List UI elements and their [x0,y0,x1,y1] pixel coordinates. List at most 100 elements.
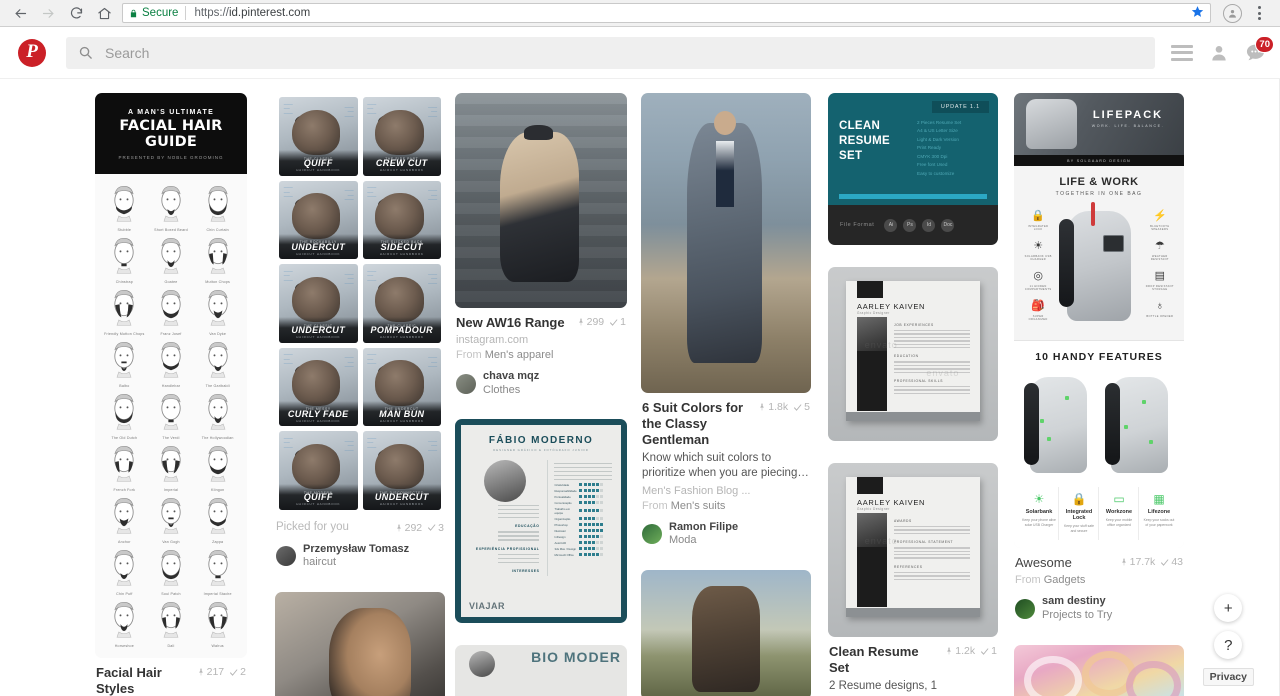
resume-skill-row: Criatividade [554,483,612,487]
style-label: Stubble [117,228,132,232]
pin-card-donuts[interactable] [1014,644,1184,696]
section-education: EDUCATION [894,354,919,359]
pin-meta: Clean Resume Set 1.2k 1 2 Resume designs… [828,637,998,694]
pin-image[interactable]: AARLEY KAIVEN Graphic Designer JOB EXPER… [828,267,998,441]
skill-label: Photoshop [554,522,568,527]
hero-backpack [1025,99,1077,149]
pin-stats: 217 2 [197,665,246,678]
messages-button[interactable]: 70 [1245,36,1274,63]
pin-card-resume-preview-1[interactable]: AARLEY KAIVEN Graphic Designer JOB EXPER… [828,267,998,441]
add-pin-button[interactable]: + [1214,594,1243,622]
pin-image[interactable]: ——— —— ——— ——— —— ——— THE CLASSIC QUIFF HAIR… [275,93,445,514]
resume-role: Graphic Designer [857,311,890,315]
pin-card-resume-partial[interactable]: BIO MODER [455,645,627,696]
grid-column-1: A MAN'S ULTIMATE FACIAL HAIR GUIDE PRESE… [95,93,247,696]
lifepack-hero: LIFEPACK WORK. LIFE. BALANCE. [1014,93,1184,155]
style-label: Anchor [118,540,131,544]
style-label: Van Gogh [162,540,180,544]
save-count: 299 [577,316,604,328]
skill-label: Trabalho em equipa [554,506,571,515]
kebab-menu-icon[interactable] [1250,2,1268,24]
hairstyle-card: ——— —— ——— ——— —— ——— THE CLASSIC QUIFF HAIR… [279,97,358,176]
facial-hair-style-item: The Verdi [148,390,195,440]
privacy-label[interactable]: Privacy [1202,668,1254,686]
pin-from[interactable]: From Men's suits [642,500,810,512]
lifepack-feature-umbrella-icon: ☂ WEATHER RESISTANT [1145,240,1175,261]
pin-from[interactable]: From Men's apparel [456,349,626,361]
hairstyle-subtitle: HAIRCUT HANDBOOK [379,251,424,256]
pin-image[interactable] [455,93,627,308]
pin-card-resume-preview-2[interactable]: AARLEY KAIVEN Graphic Designer AWARDS PR… [828,463,998,694]
pin-card-clean-resume-set[interactable]: UPDATE 1.1 CLEAN RESUME SET 2 Pieces Res… [828,93,998,245]
resume-sheet: AARLEY KAIVEN Graphic Designer AWARDS PR… [846,477,980,617]
resume-skill-row: AutoCAD [554,541,612,545]
facial-hair-style-item: Klingon [194,442,241,492]
facial-hair-style-item: Horseshoe [101,598,148,648]
photo-subject [329,608,411,696]
home-button[interactable] [90,1,118,25]
person-icon[interactable] [1209,43,1229,63]
resume-skill-row: Responsabilidade [554,489,612,493]
pin-source[interactable]: instagram.com [456,334,626,346]
pin-image[interactable]: BIO MODER [455,645,627,696]
pin-card-suit-colors[interactable]: 6 Suit Colors for the Classy Gentleman 1… [641,93,811,548]
pin-from[interactable]: From Gadgets [1015,574,1183,586]
pin-card-new-aw16-range[interactable]: New AW16 Range 299 1 instagram.com From … [455,93,627,397]
star-icon[interactable] [1183,5,1204,21]
back-button[interactable] [6,1,34,25]
style-label: Franz Josef [160,332,182,336]
pin-image[interactable]: UPDATE 1.1 CLEAN RESUME SET 2 Pieces Res… [828,93,998,245]
profile-icon[interactable] [1223,3,1242,23]
facial-hair-style-item: Dali [148,598,195,648]
pin-card-facial-hair-guide[interactable]: A MAN'S ULTIMATE FACIAL HAIR GUIDE PRESE… [95,93,247,696]
resume-section-experience: EXPERIÊNCIA PROFISSIONAL [475,546,540,551]
pin-card-fabio-resume[interactable]: FÁBIO MODERNO DESIGNER GRÁFICO E FOTÓGRA… [455,419,627,624]
accent-bar [839,194,987,199]
hairstyle-name: QUIFF [303,492,333,503]
address-bar[interactable]: Secure https://id.pinterest.com [122,3,1211,23]
pin-card-lifepack[interactable]: LIFEPACK WORK. LIFE. BALANCE. BY SOLGAAR… [1014,93,1184,623]
facial-hair-style-item: Mutton Chops [194,234,241,284]
watermark: envato [926,367,960,378]
reload-button[interactable] [62,1,90,25]
pin-user[interactable]: sam destiny Projects to Try [1015,595,1183,623]
pin-user[interactable]: Przemysław Tomasz haircut [276,543,444,571]
guide-subtitle: PRESENTED BY NOBLE GROOMING [118,155,224,160]
bag-icon: 🎒 [1031,299,1045,312]
style-label: The Verdi [162,436,180,440]
section-references: REFERENCES [894,564,923,569]
pin-source[interactable]: Men's Fashion Blog ... [642,485,810,497]
search-bar[interactable] [66,36,1155,69]
pin-meta: Awesome 17.7k 43 From Gadgets sam destin… [1014,548,1184,622]
resume-skill-row: 3ds Max / Design [554,547,612,551]
pin-image[interactable]: A MAN'S ULTIMATE FACIAL HAIR GUIDE PRESE… [95,93,247,658]
hairstyle-name: SIDECUT [380,241,423,252]
pin-image[interactable] [275,592,445,696]
pin-card-beard-photo[interactable] [275,592,445,696]
pin-image[interactable] [641,570,811,696]
pin-card-field-photo[interactable] [641,570,811,696]
pin-image[interactable] [641,93,811,393]
hairstyle-card: ——— —— ——— ——— —— ——— THE ROCKABILLY UNDERCU… [279,180,358,259]
pin-user[interactable]: Ramon Filipe Moda [642,521,810,549]
help-button[interactable]: ? [1214,631,1243,659]
pin-card-hairstyle-grid[interactable]: ——— —— ——— ——— —— ——— THE CLASSIC QUIFF HAIR… [275,93,445,570]
skill-level [579,529,604,533]
pin-image[interactable] [1014,644,1184,696]
lock-icon [129,8,138,19]
pin-user[interactable]: chava mqz Clothes [456,370,626,398]
search-input[interactable] [105,44,1143,61]
pin-image[interactable]: LIFEPACK WORK. LIFE. BALANCE. BY SOLGAAR… [1014,93,1184,549]
style-label: The Hollywoodian [201,436,234,440]
hamburger-menu-icon[interactable] [1171,44,1193,61]
forward-button[interactable] [34,1,62,25]
lifepack-feature-bluetooth-icon: ⚡ BLUETOOTH SPEAKERS [1145,210,1175,231]
pinterest-header: P 70 [0,27,1280,79]
pinterest-logo-icon[interactable]: P [18,38,46,67]
resume-skill-list: Criatividade Responsabilidade Pontualidade… [554,483,612,557]
pin-image[interactable]: FÁBIO MODERNO DESIGNER GRÁFICO E FOTÓGRA… [455,419,627,624]
check-count: 1 [609,316,626,328]
annotation-right: ——— —— ——— [344,188,354,202]
pin-image[interactable]: AARLEY KAIVEN Graphic Designer AWARDS PR… [828,463,998,637]
hairstyle-subtitle: HAIRCUT HANDBOOK [379,168,424,173]
